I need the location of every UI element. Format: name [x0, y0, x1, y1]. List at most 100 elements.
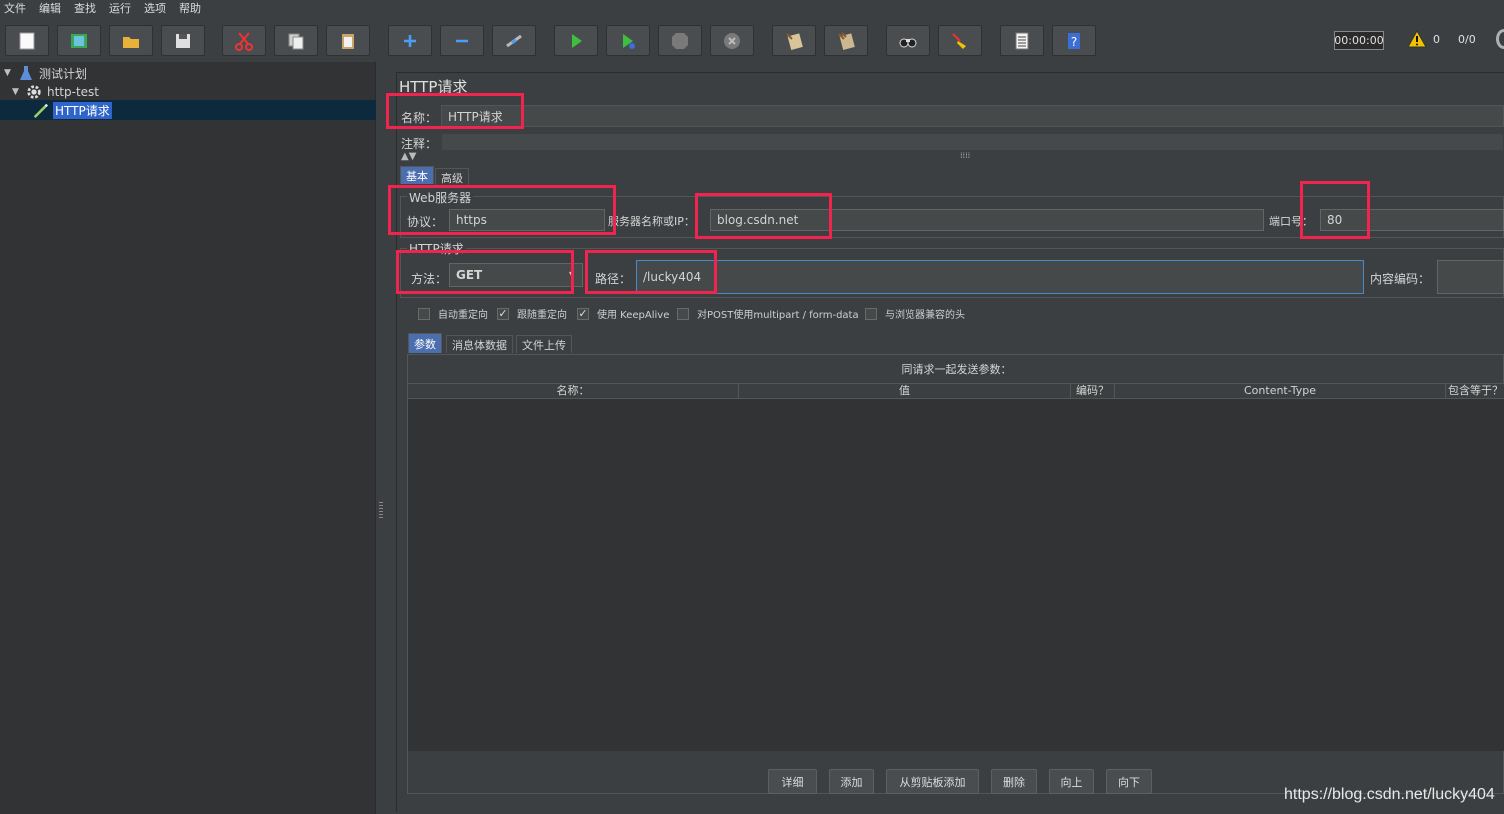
warning-indicator[interactable]: 0	[1407, 30, 1440, 48]
save-icon	[176, 33, 190, 48]
collapse-button[interactable]	[440, 25, 484, 56]
templates-button[interactable]	[57, 25, 101, 56]
function-helper-button[interactable]	[1000, 25, 1044, 56]
copy-button[interactable]	[274, 25, 318, 56]
menu-help[interactable]: 帮助	[179, 0, 201, 16]
play-no-timers-icon	[623, 33, 635, 49]
reset-search-button[interactable]	[938, 25, 982, 56]
checkbox-box-checked[interactable]: ✓	[497, 307, 509, 320]
tree-label-test-plan: 测试计划	[39, 66, 88, 81]
stop-button[interactable]	[658, 25, 702, 56]
checkbox-keepalive[interactable]: ✓ 使用 KeepAlive	[577, 306, 669, 321]
delete-button[interactable]: 删除	[991, 769, 1037, 794]
checkbox-auto-redirect[interactable]: 自动重定向	[418, 306, 488, 321]
tree-label-thread-group: http-test	[47, 85, 100, 99]
open-button[interactable]	[109, 25, 153, 56]
pencil-sampler-icon	[32, 102, 48, 118]
expand-button[interactable]	[388, 25, 432, 56]
checkbox-multipart[interactable]: 对POST使用multipart / form-data	[677, 306, 859, 321]
warning-icon	[1407, 30, 1427, 48]
start-no-pauses-button[interactable]	[606, 25, 650, 56]
test-plan-icon	[18, 65, 34, 81]
parameters-table: 同请求一起发送参数： 名称： 值 编码？ Content-Type 包含等于？	[407, 354, 1504, 794]
broom-clear-all-icon	[838, 31, 855, 50]
comment-label: 注释：	[401, 137, 438, 151]
tree-node-http-request[interactable]: HTTP请求	[32, 101, 112, 119]
menu-options[interactable]: 选项	[144, 0, 166, 16]
tab-parameters[interactable]: 参数	[408, 333, 442, 353]
name-field[interactable]: HTTP请求	[441, 105, 1504, 127]
play-icon	[572, 33, 582, 48]
cut-button[interactable]	[222, 25, 266, 56]
tab-basic[interactable]: 基本	[400, 166, 434, 184]
copy-icon	[288, 33, 304, 49]
column-header-name[interactable]: 名称：	[408, 384, 739, 400]
menu-file[interactable]: 文件	[4, 0, 26, 16]
tab-advanced[interactable]: 高级	[435, 168, 469, 186]
shutdown-icon	[724, 32, 740, 49]
toggle-icon	[506, 34, 522, 47]
checkbox-box[interactable]	[418, 307, 430, 320]
svg-text:?: ?	[1071, 35, 1077, 49]
column-header-content-type[interactable]: Content-Type	[1115, 384, 1446, 400]
clear-button[interactable]	[772, 25, 816, 56]
checkbox-box[interactable]	[865, 307, 877, 320]
search-button[interactable]	[886, 25, 930, 56]
minus-icon	[456, 39, 468, 42]
checkbox-label: 与浏览器兼容的头	[885, 310, 965, 321]
annotation-box-server	[695, 193, 832, 239]
stop-icon	[672, 32, 688, 49]
expand-triangle-icon[interactable]: ▼	[4, 68, 14, 78]
help-button[interactable]: ?	[1052, 25, 1096, 56]
paste-button[interactable]	[326, 25, 370, 56]
list-icon	[1015, 32, 1029, 49]
collapse-arrows-icon[interactable]: ▲▼	[401, 151, 416, 162]
menu-bar: 文件 编辑 查找 运行 选项 帮助	[0, 0, 1504, 15]
shutdown-button[interactable]	[710, 25, 754, 56]
new-button[interactable]	[5, 25, 49, 56]
watermark-text: https://blog.csdn.net/lucky404	[1284, 786, 1495, 803]
remote-gear-icon[interactable]	[1496, 29, 1504, 49]
resize-grip-icon[interactable]: ⁞⁞⁞⁞	[960, 151, 970, 160]
toolbar: ? 00:00:00 0 0/0	[0, 17, 1504, 65]
annotation-box-port	[1300, 181, 1370, 239]
warning-count: 0	[1433, 32, 1440, 46]
tab-file-upload[interactable]: 文件上传	[516, 335, 572, 353]
menu-search[interactable]: 查找	[74, 0, 96, 16]
menu-edit[interactable]: 编辑	[39, 0, 61, 16]
down-button[interactable]: 向下	[1106, 769, 1152, 794]
expand-triangle-icon[interactable]: ▼	[12, 87, 22, 97]
checkbox-box[interactable]	[677, 307, 689, 320]
column-header-value[interactable]: 值	[739, 384, 1071, 400]
server-label: 服务器名称或IP：	[608, 215, 695, 228]
path-field[interactable]: /lucky404	[636, 260, 1364, 294]
checkbox-box-checked[interactable]: ✓	[577, 307, 589, 320]
detail-button[interactable]: 详细	[768, 769, 817, 794]
broom-search-icon	[952, 32, 966, 49]
column-header-include-equals[interactable]: 包含等于？	[1446, 384, 1504, 400]
column-header-encode[interactable]: 编码？	[1071, 384, 1115, 400]
checkbox-browser-headers[interactable]: 与浏览器兼容的头	[865, 306, 965, 321]
save-button[interactable]	[161, 25, 205, 56]
split-pane-divider[interactable]	[376, 62, 386, 814]
tree-node-thread-group[interactable]: ▼ http-test	[12, 83, 99, 101]
templates-icon	[71, 33, 87, 48]
new-file-icon	[19, 32, 35, 49]
comment-field[interactable]	[441, 133, 1504, 151]
encoding-field[interactable]	[1437, 260, 1504, 294]
toggle-button[interactable]	[492, 25, 536, 56]
menu-run[interactable]: 运行	[109, 0, 131, 16]
start-button[interactable]	[554, 25, 598, 56]
up-button[interactable]: 向上	[1049, 769, 1094, 794]
open-folder-icon	[123, 36, 139, 48]
table-body[interactable]	[408, 399, 1504, 751]
tree-node-test-plan[interactable]: ▼ 测试计划	[4, 64, 87, 82]
checkbox-follow-redirect[interactable]: ✓ 跟随重定向	[497, 306, 567, 321]
add-from-clipboard-button[interactable]: 从剪贴板添加	[886, 769, 979, 794]
help-icon: ?	[1068, 32, 1080, 49]
binoculars-icon	[899, 38, 917, 47]
clear-all-button[interactable]	[824, 25, 868, 56]
tab-body-data[interactable]: 消息体数据	[446, 335, 513, 353]
add-button[interactable]: 添加	[829, 769, 874, 794]
paste-icon	[342, 33, 354, 49]
